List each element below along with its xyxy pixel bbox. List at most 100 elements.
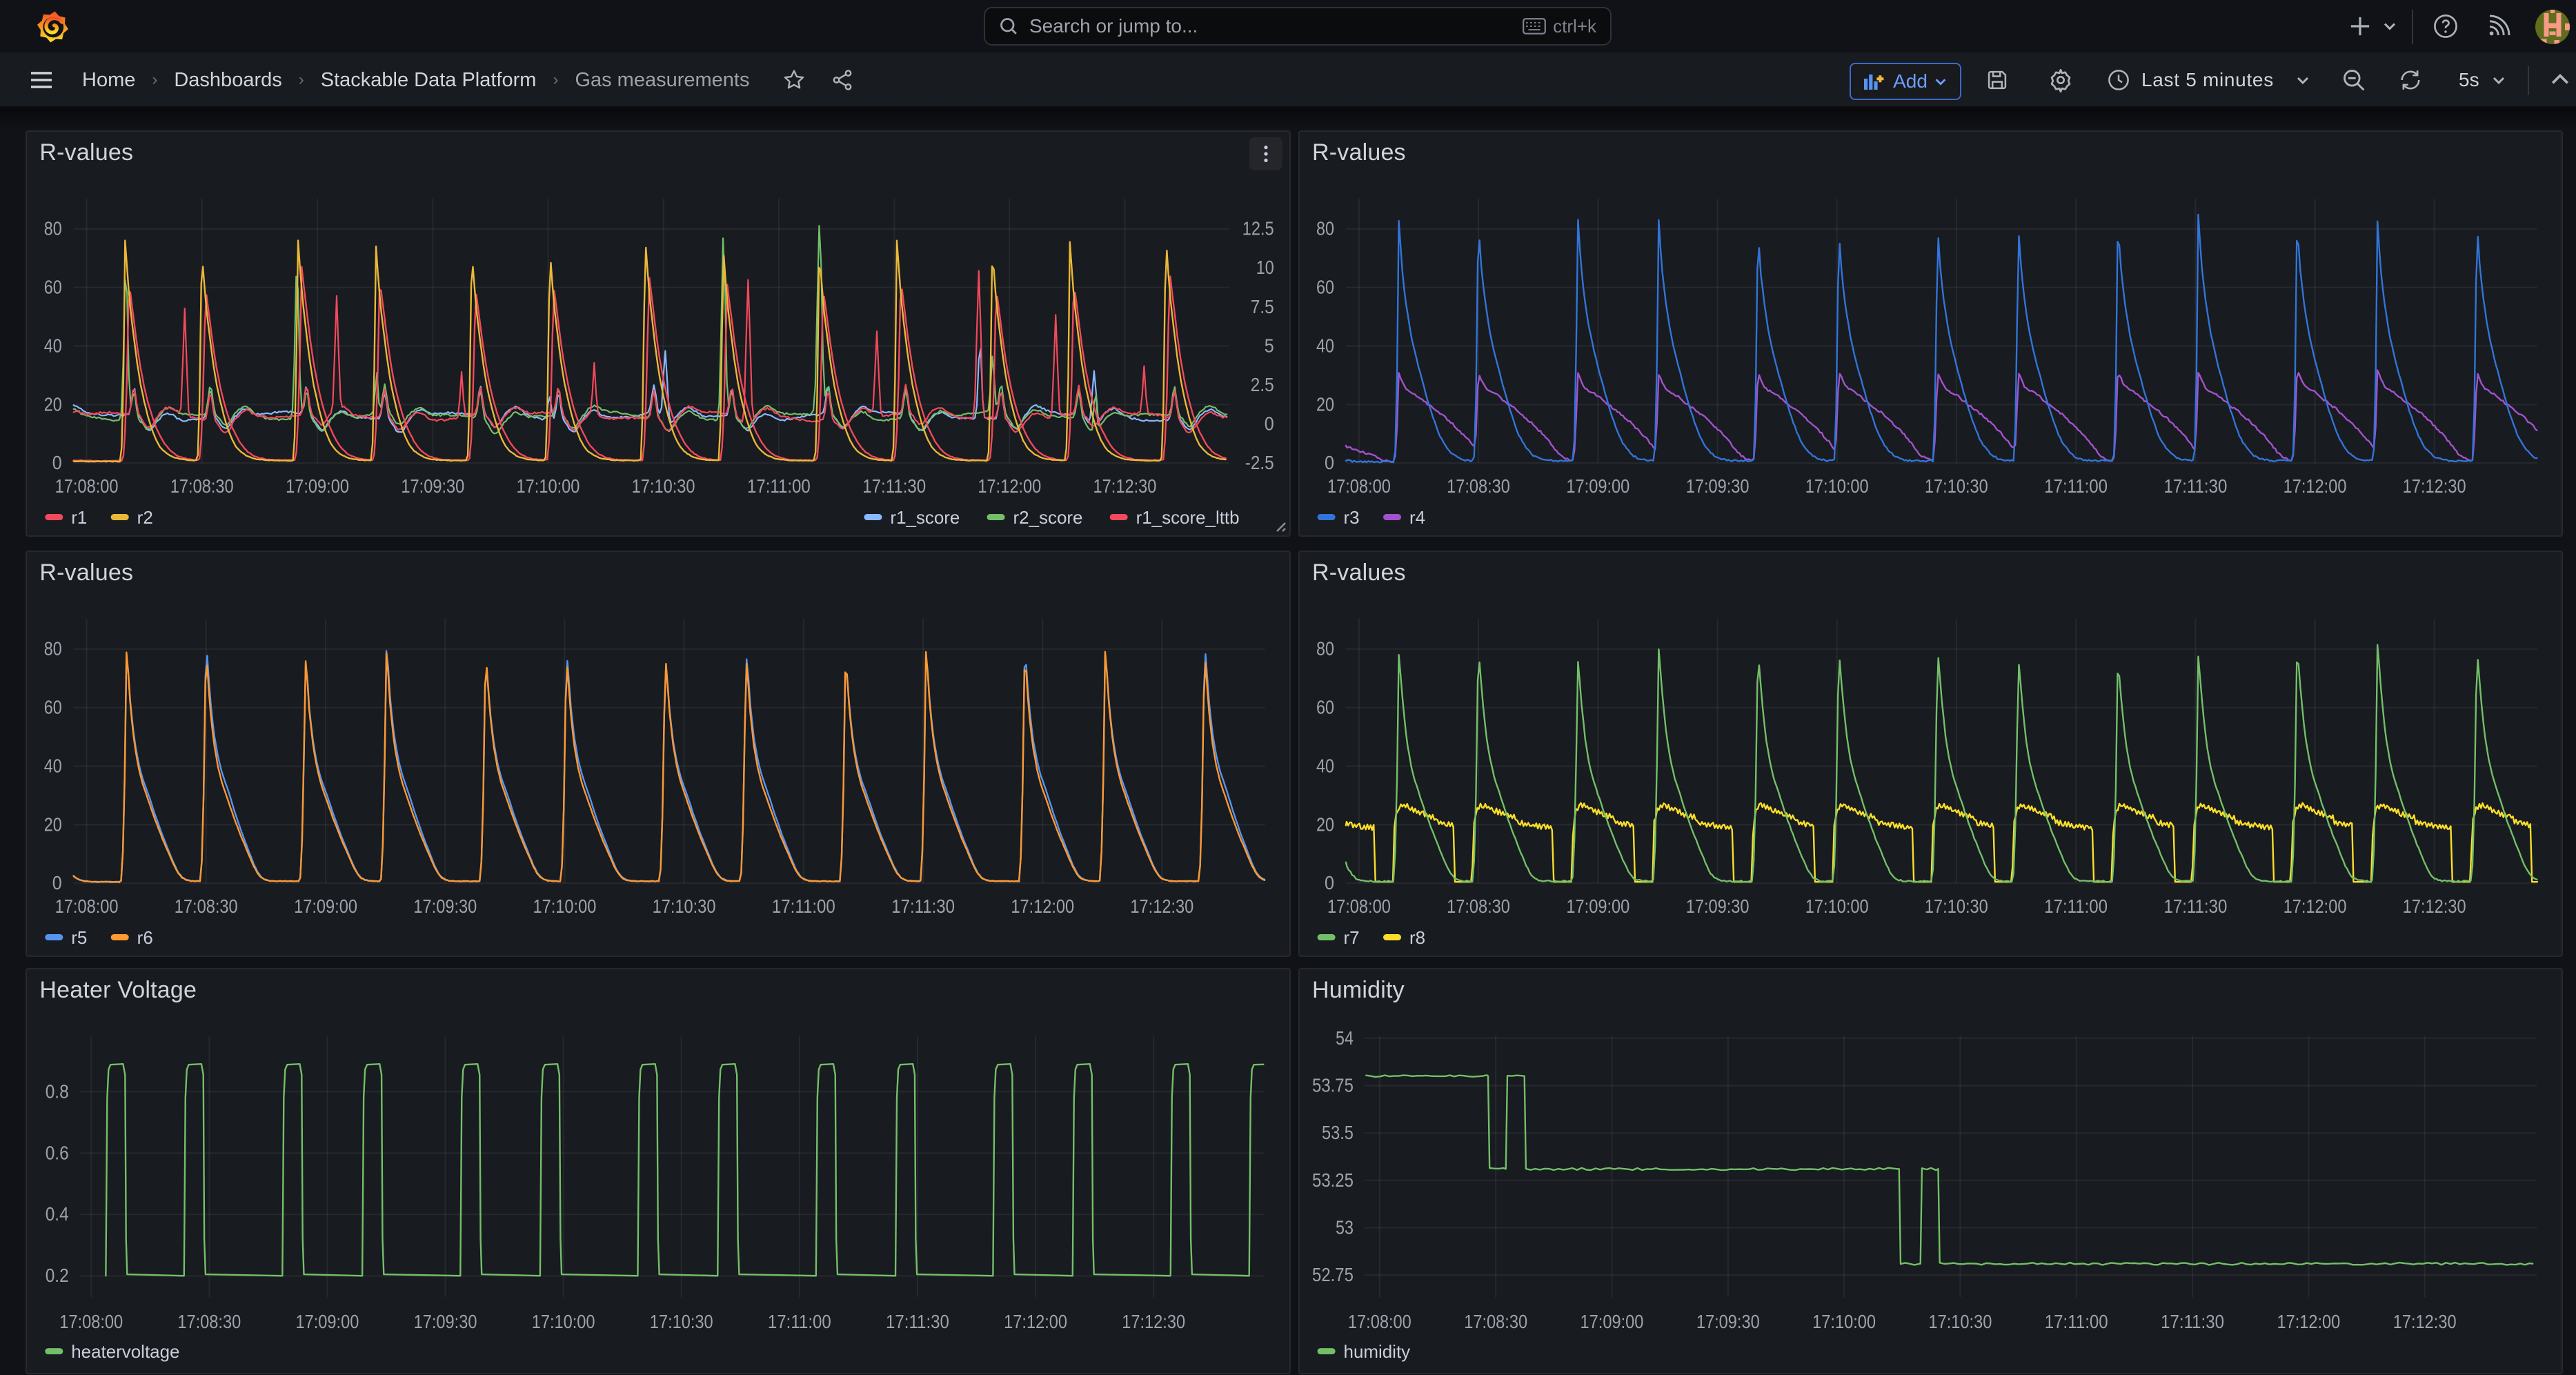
svg-text:17:10:00: 17:10:00 [532, 1311, 595, 1332]
svg-text:17:09:30: 17:09:30 [402, 475, 465, 497]
svg-text:12.5: 12.5 [1242, 218, 1274, 239]
svg-text:40: 40 [1316, 755, 1334, 776]
svg-text:r7: r7 [1344, 929, 1360, 948]
svg-text:17:09:30: 17:09:30 [414, 896, 477, 917]
svg-text:53.75: 53.75 [1312, 1074, 1354, 1096]
svg-text:17:10:00: 17:10:00 [1812, 1311, 1876, 1332]
svg-text:17:11:00: 17:11:00 [2045, 1311, 2108, 1332]
svg-text:17:08:30: 17:08:30 [170, 475, 234, 497]
svg-text:17:08:30: 17:08:30 [178, 1311, 241, 1332]
svg-text:40: 40 [44, 755, 62, 776]
svg-text:17:11:30: 17:11:30 [2164, 896, 2228, 917]
svg-text:0.6: 0.6 [46, 1142, 69, 1163]
svg-text:40: 40 [44, 335, 62, 356]
svg-text:53: 53 [1336, 1217, 1354, 1238]
svg-text:17:11:00: 17:11:00 [772, 896, 835, 917]
svg-text:0.8: 0.8 [46, 1080, 69, 1102]
svg-text:0: 0 [1325, 872, 1334, 893]
svg-text:80: 80 [1316, 638, 1334, 660]
svg-text:17:12:30: 17:12:30 [2393, 1311, 2457, 1332]
svg-text:17:08:00: 17:08:00 [1327, 475, 1391, 497]
svg-text:humidity: humidity [1344, 1343, 1411, 1362]
svg-text:17:09:00: 17:09:00 [286, 475, 350, 497]
svg-text:17:09:00: 17:09:00 [1566, 475, 1629, 497]
svg-text:r3: r3 [1344, 508, 1360, 528]
svg-text:r1_score: r1_score [891, 508, 960, 528]
svg-text:17:09:00: 17:09:00 [294, 896, 357, 917]
svg-text:17:12:30: 17:12:30 [1122, 1311, 1186, 1332]
svg-text:17:10:30: 17:10:30 [650, 1311, 713, 1332]
svg-text:17:09:30: 17:09:30 [1686, 475, 1750, 497]
svg-text:54: 54 [1336, 1027, 1354, 1049]
svg-text:0.2: 0.2 [46, 1265, 69, 1286]
svg-text:10: 10 [1256, 257, 1274, 278]
svg-text:17:08:00: 17:08:00 [1327, 896, 1391, 917]
svg-text:17:09:00: 17:09:00 [1566, 896, 1629, 917]
svg-text:53.25: 53.25 [1312, 1169, 1354, 1191]
svg-text:17:08:30: 17:08:30 [1447, 896, 1510, 917]
svg-text:r5: r5 [72, 929, 88, 948]
svg-text:40: 40 [1316, 335, 1334, 356]
svg-text:17:08:00: 17:08:00 [55, 896, 119, 917]
svg-text:r6: r6 [137, 929, 153, 948]
svg-text:17:10:30: 17:10:30 [632, 475, 695, 497]
svg-text:5: 5 [1265, 335, 1274, 356]
svg-text:0: 0 [1265, 413, 1274, 435]
svg-text:17:10:30: 17:10:30 [1925, 475, 1988, 497]
svg-text:17:12:30: 17:12:30 [1093, 475, 1157, 497]
svg-text:17:12:30: 17:12:30 [1131, 896, 1194, 917]
svg-text:r2_score: r2_score [1013, 508, 1083, 528]
svg-text:2.5: 2.5 [1251, 374, 1274, 395]
svg-text:17:12:30: 17:12:30 [2403, 896, 2466, 917]
svg-text:17:11:30: 17:11:30 [863, 475, 927, 497]
svg-text:r2: r2 [137, 508, 153, 528]
svg-text:60: 60 [1316, 697, 1334, 718]
svg-text:17:08:30: 17:08:30 [175, 896, 238, 917]
svg-text:17:10:00: 17:10:00 [1805, 896, 1869, 917]
svg-text:17:09:30: 17:09:30 [1686, 896, 1750, 917]
svg-text:17:09:00: 17:09:00 [296, 1311, 359, 1332]
svg-text:80: 80 [44, 638, 62, 660]
svg-text:20: 20 [1316, 393, 1334, 415]
svg-text:r1_score_lttb: r1_score_lttb [1136, 508, 1240, 528]
svg-text:17:09:00: 17:09:00 [1581, 1311, 1644, 1332]
svg-text:17:11:00: 17:11:00 [768, 1311, 831, 1332]
svg-text:heatervoltage: heatervoltage [72, 1343, 180, 1362]
svg-text:17:12:00: 17:12:00 [2283, 475, 2347, 497]
svg-text:0: 0 [52, 452, 62, 473]
svg-text:80: 80 [1316, 218, 1334, 239]
svg-text:17:11:30: 17:11:30 [2161, 1311, 2224, 1332]
svg-text:60: 60 [44, 697, 62, 718]
svg-text:17:08:30: 17:08:30 [1464, 1311, 1527, 1332]
svg-text:17:11:30: 17:11:30 [2164, 475, 2228, 497]
svg-text:20: 20 [44, 813, 62, 835]
svg-text:17:08:00: 17:08:00 [60, 1311, 123, 1332]
svg-text:17:09:30: 17:09:30 [1696, 1311, 1760, 1332]
svg-text:17:08:00: 17:08:00 [1348, 1311, 1411, 1332]
svg-text:-2.5: -2.5 [1245, 452, 1274, 473]
svg-text:17:10:30: 17:10:30 [653, 896, 716, 917]
svg-text:17:12:00: 17:12:00 [2283, 896, 2347, 917]
svg-text:17:10:30: 17:10:30 [1929, 1311, 1992, 1332]
svg-text:17:11:00: 17:11:00 [2044, 475, 2108, 497]
svg-text:17:12:00: 17:12:00 [1011, 896, 1075, 917]
svg-text:17:12:00: 17:12:00 [1004, 1311, 1068, 1332]
svg-text:17:11:30: 17:11:30 [892, 896, 955, 917]
svg-text:20: 20 [44, 393, 62, 415]
svg-text:0: 0 [52, 872, 62, 893]
svg-text:r4: r4 [1409, 508, 1425, 528]
svg-text:17:12:30: 17:12:30 [2403, 475, 2466, 497]
svg-text:0.4: 0.4 [46, 1203, 69, 1225]
svg-text:17:10:00: 17:10:00 [533, 896, 597, 917]
svg-text:7.5: 7.5 [1251, 296, 1274, 317]
svg-text:r8: r8 [1409, 929, 1425, 948]
svg-text:r1: r1 [72, 508, 88, 528]
svg-text:17:12:00: 17:12:00 [2277, 1311, 2340, 1332]
svg-text:80: 80 [44, 218, 62, 239]
svg-text:53.5: 53.5 [1322, 1122, 1354, 1143]
svg-text:52.75: 52.75 [1312, 1264, 1354, 1285]
svg-text:60: 60 [1316, 277, 1334, 298]
svg-text:17:12:00: 17:12:00 [978, 475, 1042, 497]
svg-text:0: 0 [1325, 452, 1334, 473]
svg-text:17:08:00: 17:08:00 [55, 475, 119, 497]
